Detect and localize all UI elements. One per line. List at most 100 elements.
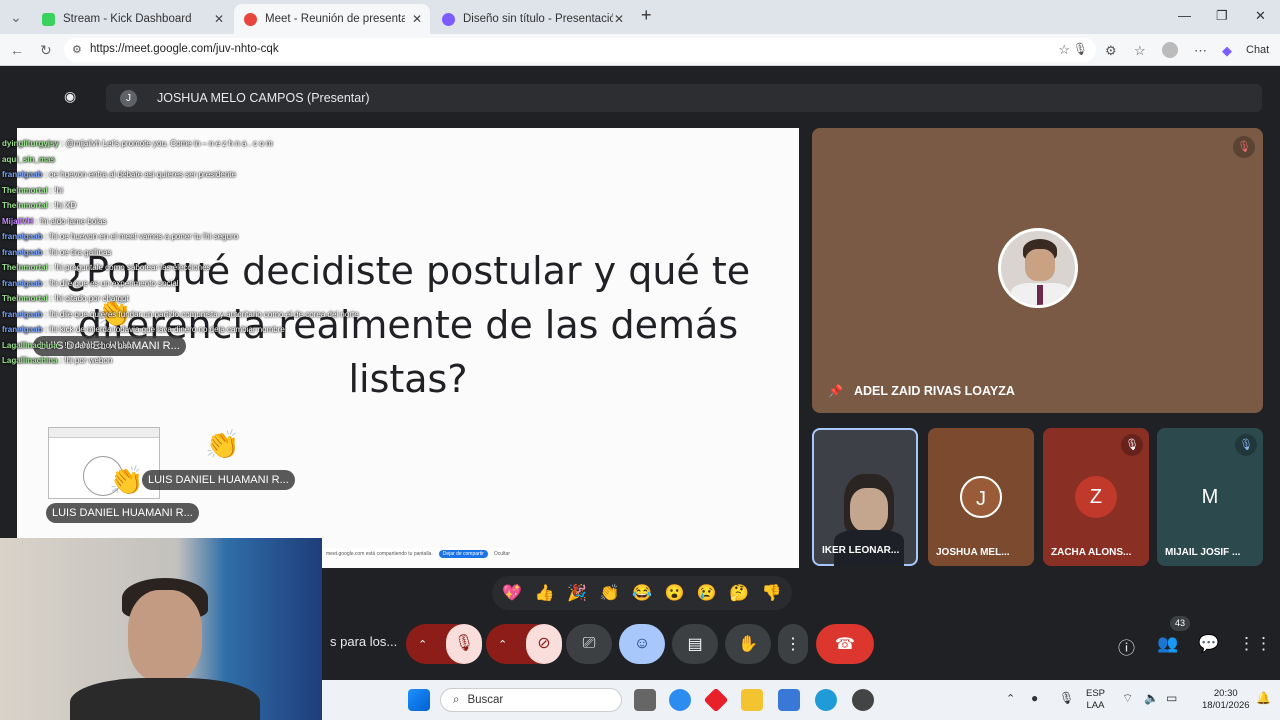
chat-line: franelgaab : !hi dile que quieres fundar…: [2, 309, 359, 319]
presenter-label: JOSHUA MELO CAMPOS (Presentar): [157, 91, 370, 105]
chat-line: Lagallinachina : !hi damo chow papi: [2, 340, 134, 350]
back-icon[interactable]: ←: [10, 42, 24, 58]
microphone-icon[interactable]: 🎙: [1059, 691, 1074, 705]
new-tab-button[interactable]: +: [641, 5, 652, 26]
microphone-icon[interactable]: 🎙: [1073, 42, 1088, 56]
taskbar-search[interactable]: ⌕ Buscar: [440, 688, 622, 712]
chevron-up-icon[interactable]: ⌃: [1006, 692, 1015, 705]
pinned-participant-name: ADEL ZAID RIVAS LOAYZA: [854, 384, 1015, 398]
red-app-icon[interactable]: [703, 687, 729, 713]
captions-button[interactable]: ▤: [672, 624, 718, 664]
language-indicator[interactable]: ESP LAA: [1086, 688, 1105, 712]
sad-reaction[interactable]: 😢: [697, 583, 717, 603]
raise-hand-button[interactable]: ✋: [725, 624, 771, 664]
share-notice-text: meet.google.com está compartiendo tu pan…: [326, 551, 433, 557]
clap-reaction[interactable]: 👏: [600, 583, 620, 603]
people-icon[interactable]: 👥: [1157, 634, 1178, 654]
canva-icon: [442, 12, 455, 26]
participant-initial: M: [1189, 476, 1231, 518]
participant-tile[interactable]: 🎙 Z ZACHA ALONS...: [1043, 428, 1149, 566]
tray-app-icon[interactable]: ●: [1031, 691, 1038, 705]
chat-icon[interactable]: 💬: [1198, 634, 1219, 654]
leave-call-button[interactable]: ☎: [816, 624, 874, 664]
participant-name: ZACHA ALONS...: [1051, 547, 1132, 558]
hang-up-icon: ☎: [835, 636, 855, 653]
thinking-reaction[interactable]: 🤔: [729, 583, 749, 603]
reaction-name-tag: LUIS DANIEL HUAMANI R...: [142, 470, 295, 490]
tab-meet[interactable]: Meet - Reunión de presentación ✕: [234, 4, 430, 34]
presenter-bar: J JOSHUA MELO CAMPOS (Presentar): [106, 84, 1262, 112]
participant-name: MIJAIL JOSIF ...: [1165, 547, 1241, 558]
maximize-icon[interactable]: ❐: [1216, 8, 1228, 24]
copilot-icon[interactable]: ◆: [1222, 43, 1232, 59]
favorites-icon[interactable]: ☆: [1134, 43, 1146, 59]
extensions-icon[interactable]: ⚙: [1105, 43, 1117, 59]
site-info-icon[interactable]: ⚙: [72, 43, 82, 56]
obs-icon[interactable]: [852, 689, 874, 711]
tab-search-icon[interactable]: ⌄: [10, 9, 22, 26]
activities-icon[interactable]: ⋮⋮: [1238, 634, 1272, 654]
edge-widget-icon[interactable]: [669, 689, 691, 711]
participant-tile[interactable]: J JOSHUA MEL...: [928, 428, 1034, 566]
bookmark-star-icon[interactable]: ☆: [1058, 42, 1070, 58]
url-field[interactable]: ⚙ https://meet.google.com/juv-nhto-cqk ☆…: [64, 38, 1096, 62]
reaction-name-tag: LUIS DANIEL HUAMANI R...: [46, 503, 199, 523]
surprised-reaction[interactable]: 😮: [664, 583, 684, 603]
file-explorer-icon[interactable]: [741, 689, 763, 711]
tab-kick-dashboard[interactable]: Stream - Kick Dashboard ✕: [32, 4, 232, 34]
reactions-bar: 💖 👍 🎉 👏 😂 😮 😢 🤔 👎: [492, 576, 792, 610]
chat-label[interactable]: Chat: [1246, 44, 1269, 56]
participant-name: JOSHUA MEL...: [936, 547, 1010, 558]
camera-control[interactable]: ⌃ ⊘: [486, 624, 562, 664]
chevron-up-icon[interactable]: ⌃: [418, 638, 427, 651]
meeting-title: s para los...: [330, 634, 398, 649]
close-window-icon[interactable]: ✕: [1255, 8, 1266, 24]
reload-icon[interactable]: ↻: [40, 42, 52, 59]
volume-icon[interactable]: 🔈: [1144, 691, 1159, 705]
mic-control[interactable]: ⌃ 🎙: [406, 624, 482, 664]
close-icon[interactable]: ✕: [412, 12, 422, 26]
thumbs-down-reaction[interactable]: 👎: [762, 583, 782, 603]
info-icon[interactable]: ⓘ: [1118, 634, 1135, 659]
more-options-button[interactable]: ⋮: [778, 624, 808, 664]
tab-canva[interactable]: Diseño sin título - Presentación ✕: [432, 4, 632, 34]
participant-tile[interactable]: IKER LEONAR...: [812, 428, 918, 566]
profile-avatar[interactable]: [1162, 42, 1178, 58]
more-menu-icon[interactable]: ⋯: [1194, 43, 1207, 59]
heart-reaction[interactable]: 💖: [502, 583, 522, 603]
minimize-icon[interactable]: —: [1178, 8, 1191, 23]
camera-off-icon[interactable]: ⊘: [526, 624, 562, 664]
reactions-button[interactable]: ☺: [619, 624, 665, 664]
meet-icon: [244, 12, 257, 26]
clock[interactable]: 20:30 18/01/2026: [1202, 688, 1250, 712]
wifi-icon[interactable]: ⌔: [1122, 691, 1133, 706]
battery-icon[interactable]: ▭: [1166, 691, 1177, 705]
clap-reaction: 👏: [205, 429, 240, 460]
chevron-up-icon[interactable]: ⌃: [498, 638, 507, 651]
stop-sharing-button[interactable]: Dejar de compartir: [438, 550, 488, 558]
party-reaction[interactable]: 🎉: [567, 583, 587, 603]
participant-tile[interactable]: 🎙 M MIJAIL JOSIF ...: [1157, 428, 1263, 566]
tab-title: Stream - Kick Dashboard: [63, 13, 192, 25]
present-button[interactable]: ⎚: [566, 624, 612, 664]
participant-initial: J: [960, 476, 1002, 518]
laugh-reaction[interactable]: 😂: [632, 583, 652, 603]
edge-browser-icon[interactable]: [815, 689, 837, 711]
chat-line: franelgaab : !hi oe tira gallinas: [2, 247, 112, 257]
notification-icon[interactable]: 🔔: [1256, 691, 1271, 705]
pin-icon[interactable]: 📌: [828, 384, 843, 398]
search-placeholder: Buscar: [467, 694, 504, 706]
close-icon[interactable]: ✕: [214, 12, 224, 26]
chat-line: franelgaab : !hi dile que es un experime…: [2, 278, 179, 288]
chat-line: aqui_sin_mas: [2, 154, 55, 164]
clap-reaction: 👏: [109, 465, 144, 496]
store-icon[interactable]: [778, 689, 800, 711]
thumbs-up-reaction[interactable]: 👍: [535, 583, 555, 603]
windows-start-icon[interactable]: [408, 689, 430, 711]
tab-title: Diseño sin título - Presentación: [463, 13, 613, 25]
pinned-participant-tile[interactable]: 🎙 📌 ADEL ZAID RIVAS LOAYZA: [812, 128, 1263, 413]
task-view-icon[interactable]: [634, 689, 656, 711]
close-icon[interactable]: ✕: [614, 12, 624, 26]
mic-off-icon[interactable]: 🎙: [446, 624, 482, 664]
hide-share-button[interactable]: Ocultar: [494, 551, 510, 557]
